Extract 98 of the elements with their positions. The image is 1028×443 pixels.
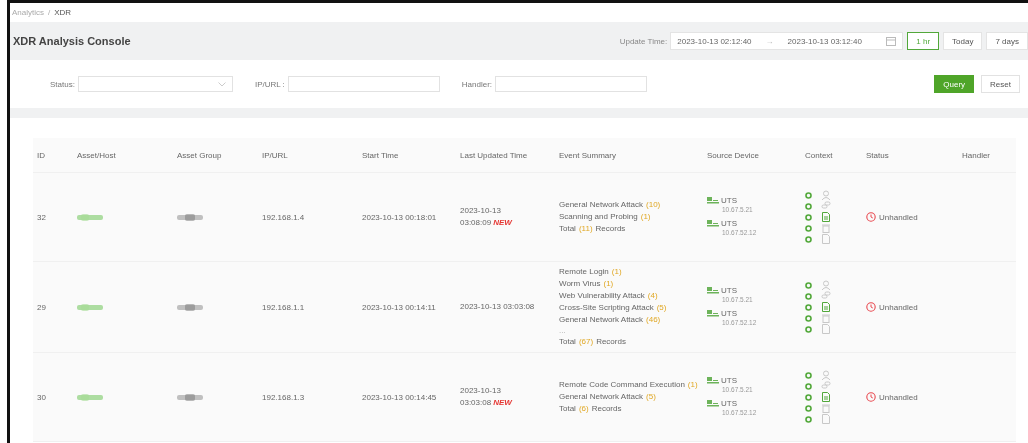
total-label: Total (559, 336, 576, 348)
event-count: (1) (603, 278, 614, 290)
clock-icon (866, 212, 876, 222)
event-count: (10) (646, 199, 661, 211)
device-icon (707, 400, 719, 407)
column-header: ID (37, 150, 45, 160)
clock-icon (866, 302, 876, 312)
total-count: (11) (578, 223, 593, 235)
column-header: IP/URL (262, 150, 288, 160)
new-label: NEW (493, 217, 512, 229)
column-header: Event Summary (559, 150, 616, 160)
device-name: UTS (721, 309, 737, 318)
total-count: (6) (578, 403, 589, 415)
range-button[interactable]: Today (943, 32, 983, 50)
field-label: Status: (50, 79, 75, 89)
breadcrumb-link[interactable]: XDR (54, 8, 72, 17)
date-value: 2023-10-13 02:12:40 (677, 36, 752, 46)
event-count: (1) (687, 379, 698, 391)
table-cell: 2023-10-13 (460, 385, 501, 397)
field-label: IP/URL : (254, 79, 285, 89)
field-label: Handler: (461, 79, 493, 89)
event-name: Scanning and Probing (559, 211, 638, 223)
chevron-down-icon (217, 81, 226, 87)
table-cell: 2023-10-13 00:14:11 (362, 302, 436, 312)
event-name: General Network Attack (559, 391, 644, 403)
column-header: Context (805, 150, 833, 160)
table-cell: 2023-10-13 00:14:45 (362, 392, 437, 402)
device-icon (707, 287, 719, 294)
blurred-group-drawing (177, 303, 203, 311)
total-label: Total (559, 223, 576, 235)
column-header: Asset/Host (77, 150, 116, 160)
event-name: Web Vulnerability Attack (559, 290, 645, 302)
column-header: Asset Group (177, 150, 222, 160)
more-indicator: ... (559, 326, 567, 336)
device-name: UTS (721, 286, 737, 295)
status-text: Unhandled (879, 392, 918, 402)
event-count: (1) (640, 211, 651, 223)
event-count: (4) (647, 290, 658, 302)
table-cell: 03:08:09 (460, 217, 492, 229)
table-cell: 192.168.1.4 (262, 212, 305, 222)
table-cell: 192.168.1.1 (262, 302, 305, 312)
device-name: UTS (721, 219, 737, 228)
event-name: Worm Virus (559, 278, 601, 290)
device-icon (707, 197, 719, 204)
new-label: NEW (493, 397, 512, 409)
blurred-host-drawing (77, 303, 103, 311)
table-cell: 192.168.1.3 (262, 392, 305, 402)
device-name: UTS (721, 399, 737, 408)
blurred-group-drawing (177, 213, 203, 221)
event-name: Cross-Site Scripting Attack (559, 302, 654, 314)
event-count: (46) (646, 314, 661, 326)
device-name: UTS (721, 376, 737, 385)
device-icon (707, 220, 719, 227)
column-header: Start Time (362, 150, 399, 160)
event-name: Remote Login (559, 266, 609, 278)
device-name: UTS (721, 196, 737, 205)
total-label: Records (595, 223, 626, 235)
range-separator: → (765, 36, 774, 46)
table-cell: 2023-10-13 03:03:08 (460, 301, 535, 313)
event-count: (5) (656, 302, 667, 314)
blurred-host-drawing (77, 393, 103, 401)
column-header: Status (866, 150, 889, 160)
table-cell: 29 (37, 302, 46, 312)
clock-icon (866, 392, 876, 402)
total-count: (67) (578, 336, 594, 348)
event-name: Remote Code Command Execution (559, 379, 685, 391)
blurred-host-drawing (77, 213, 103, 221)
input-field[interactable] (495, 76, 648, 92)
device-icon (707, 377, 719, 384)
event-count: (5) (646, 391, 656, 403)
event-name: General Network Attack (559, 199, 644, 211)
table-cell: 2023-10-13 00:18:01 (362, 212, 437, 222)
status-select[interactable] (77, 76, 233, 92)
breadcrumb-separator: / (48, 8, 51, 17)
status-text: Unhandled (879, 212, 918, 222)
total-label: Records (591, 403, 622, 415)
blurred-group-drawing (177, 393, 203, 401)
range-button[interactable]: 7 days (986, 32, 1028, 50)
table-cell: 32 (37, 212, 46, 222)
input-field[interactable] (287, 76, 440, 92)
reset-button[interactable]: Reset (981, 75, 1020, 93)
column-header: Handler (962, 150, 990, 160)
device-icon (707, 310, 719, 317)
table-cell: 2023-10-13 (460, 205, 501, 217)
column-header: Last Updated Time (460, 150, 528, 160)
calendar-icon (886, 36, 897, 46)
table-cell: 30 (37, 392, 46, 402)
date-range-field[interactable]: 2023-10-13 02:12:40 → 2023-10-13 03:12:40 (670, 32, 904, 50)
event-count: (1) (611, 266, 622, 278)
page-title: XDR Analysis Console (13, 35, 131, 47)
total-label: Total (559, 403, 576, 415)
table-cell: 03:03:08 (460, 397, 492, 409)
date-value: 2023-10-13 03:12:40 (787, 36, 862, 46)
field-label: Update Time: (619, 36, 668, 46)
column-header: Source Device (707, 150, 760, 160)
status-text: Unhandled (879, 302, 918, 312)
total-label: Records (596, 336, 626, 348)
event-name: General Network Attack (559, 314, 644, 326)
